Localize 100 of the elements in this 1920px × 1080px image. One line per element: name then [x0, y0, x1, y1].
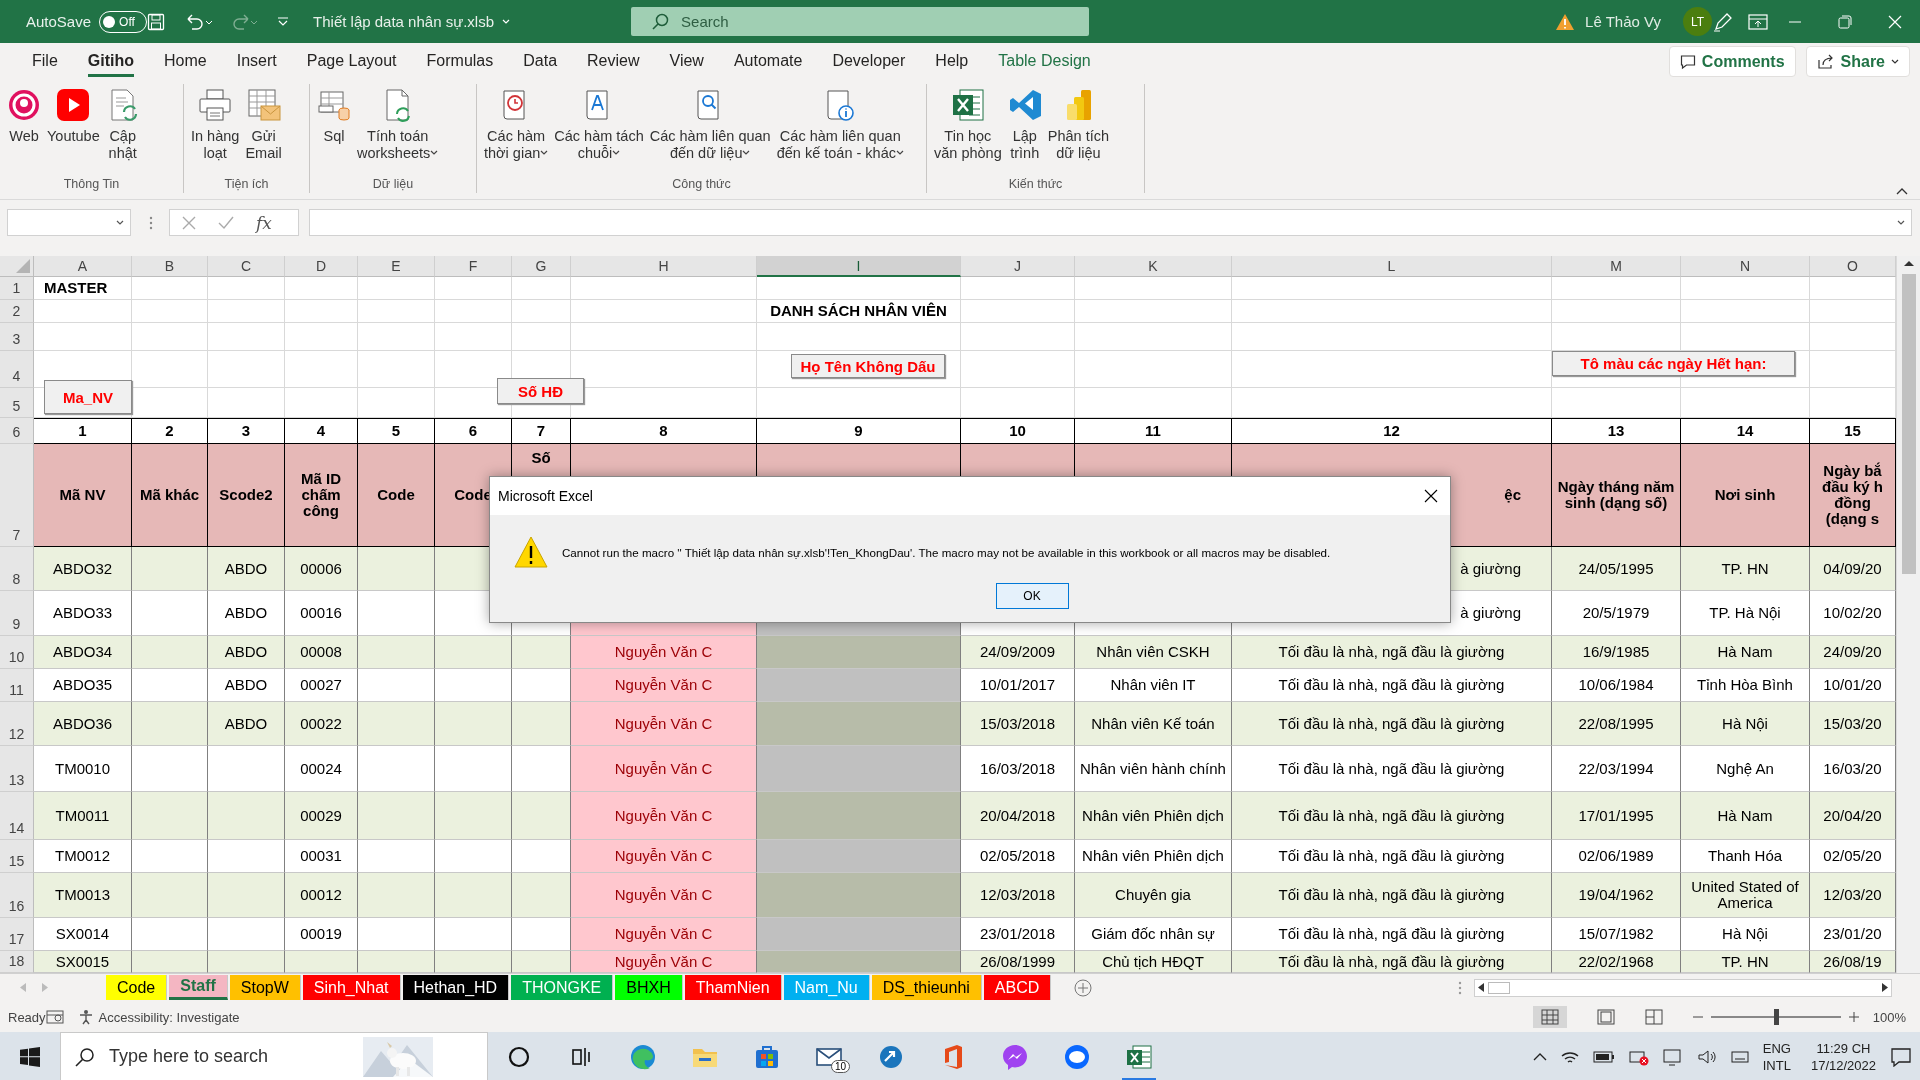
chat-app-icon[interactable]	[1063, 1042, 1091, 1071]
page-layout-icon[interactable]	[1596, 1009, 1615, 1025]
sheet-tab[interactable]: ThamNien	[684, 975, 782, 1000]
add-sheet-icon[interactable]	[1074, 978, 1093, 997]
page-break-icon[interactable]	[1644, 1009, 1663, 1025]
show-hidden-icons-icon[interactable]	[1532, 1051, 1547, 1062]
ok-button[interactable]: OK	[995, 583, 1069, 609]
ribbon-tab[interactable]: Home	[152, 45, 219, 78]
sheet-tab[interactable]: DS_thieunhi	[871, 975, 982, 1000]
sheet-tab[interactable]: Code	[106, 975, 168, 1000]
insert-function-button[interactable]: fx	[256, 212, 272, 233]
ribbon-tab[interactable]: Automate	[721, 45, 815, 78]
ribbon-button[interactable]: Các hàm liên quan đến dữ liệu	[646, 84, 774, 164]
undo-icon[interactable]	[185, 12, 214, 31]
zoom-level[interactable]: 100%	[1872, 1009, 1906, 1025]
row-header[interactable]: 14	[0, 792, 34, 840]
row-header[interactable]: 5	[0, 388, 34, 418]
column-header[interactable]: E	[358, 256, 435, 277]
scroll-left-icon[interactable]	[1478, 983, 1484, 992]
row-header[interactable]: 1	[0, 277, 34, 300]
column-header[interactable]: F	[435, 256, 512, 277]
zoom-in-icon[interactable]	[1848, 1012, 1859, 1022]
display-icon[interactable]	[1662, 1047, 1683, 1066]
start-icon[interactable]	[20, 1046, 40, 1067]
row-header[interactable]: 17	[0, 918, 34, 951]
ribbon-button[interactable]: Các hàm tách chuỗi	[551, 84, 647, 164]
normal-view-icon[interactable]	[1540, 1009, 1559, 1025]
row-header[interactable]: 18	[0, 951, 34, 973]
column-header[interactable]: M	[1552, 256, 1681, 277]
ribbon-tab[interactable]: Page Layout	[294, 45, 409, 78]
column-header[interactable]: L	[1232, 256, 1552, 277]
ribbon-button[interactable]: Gửi Email	[242, 84, 285, 164]
column-header[interactable]: J	[961, 256, 1075, 277]
sheet-tab[interactable]: Hethan_HD	[402, 975, 510, 1000]
column-header[interactable]: G	[512, 256, 571, 277]
ribbon-tab[interactable]: File	[20, 45, 70, 78]
ribbon-tab[interactable]: Insert	[224, 45, 289, 78]
row-header[interactable]: 8	[0, 547, 34, 591]
document-title[interactable]: Thiết lập data nhân sự.xlsb	[307, 12, 517, 31]
macro-button[interactable]: Tô màu các ngày Hết hạn:	[1552, 351, 1795, 376]
battery-icon[interactable]	[1592, 1050, 1615, 1063]
column-header[interactable]: I	[757, 256, 961, 277]
accessibility-status[interactable]: Accessibility: Investigate	[77, 1009, 240, 1025]
column-header[interactable]: O	[1810, 256, 1896, 277]
share-button[interactable]: Share	[1805, 46, 1910, 77]
spreadsheet-icon[interactable]	[1125, 1042, 1153, 1071]
ribbon-tab[interactable]: Gitiho	[75, 45, 146, 78]
row-header[interactable]: 12	[0, 702, 34, 746]
formula-input[interactable]	[309, 209, 1912, 236]
keyboard-icon[interactable]	[1730, 1048, 1749, 1065]
ribbon-button[interactable]: Sql	[314, 84, 354, 147]
enter-icon[interactable]	[218, 215, 234, 230]
column-header[interactable]: N	[1681, 256, 1810, 277]
column-header[interactable]: A	[34, 256, 132, 277]
row-header[interactable]: 7	[0, 444, 34, 547]
ribbon-button[interactable]: Web	[4, 84, 44, 147]
row-header[interactable]: 6	[0, 418, 34, 444]
ribbon-button[interactable]: In hàng loạt	[188, 84, 243, 164]
sheet-tab[interactable]: BHXH	[615, 975, 683, 1000]
row-header[interactable]: 2	[0, 300, 34, 323]
column-header[interactable]: H	[571, 256, 757, 277]
column-header[interactable]: K	[1075, 256, 1232, 277]
ribbon-button[interactable]: Tính toán worksheets	[354, 84, 442, 164]
cancel-icon[interactable]	[182, 215, 196, 230]
ribbon-button[interactable]: Phân tích dữ liệu	[1044, 84, 1112, 164]
volume-icon[interactable]	[1696, 1048, 1717, 1065]
row-header[interactable]: 10	[0, 636, 34, 669]
browser-icon[interactable]	[629, 1042, 657, 1071]
macro-button[interactable]: Ma_NV	[44, 380, 132, 414]
column-header[interactable]: B	[132, 256, 208, 277]
ribbon-button[interactable]: Tin học văn phòng	[931, 84, 1005, 164]
clock[interactable]: 11:29 CH 17/12/2022	[1810, 1039, 1876, 1074]
sheet-tab[interactable]: ABCD	[983, 975, 1052, 1000]
input-language[interactable]: ENG INTL	[1762, 1039, 1791, 1074]
ribbon-tab[interactable]: Developer	[820, 45, 918, 78]
ribbon-display-icon[interactable]	[1748, 13, 1768, 30]
scroll-right-icon[interactable]	[1882, 983, 1888, 992]
column-header[interactable]: C	[208, 256, 285, 277]
ribbon-button[interactable]: Cập nhật	[102, 84, 143, 164]
sheet-tab[interactable]: Sinh_Nhat	[302, 975, 401, 1000]
horizontal-scrollbar[interactable]	[1474, 978, 1892, 997]
notifications-icon[interactable]	[1890, 1046, 1912, 1067]
scroll-thumb[interactable]	[1901, 274, 1916, 574]
save-icon[interactable]	[147, 12, 166, 31]
ribbon-button[interactable]: Lập trình	[1004, 84, 1045, 164]
taskbar-search-field[interactable]: Type here to search	[60, 1032, 488, 1080]
column-header[interactable]: D	[285, 256, 358, 277]
ribbon-tab[interactable]: Review	[575, 45, 652, 78]
ribbon-tab[interactable]: Data	[511, 45, 570, 78]
messenger-icon[interactable]	[1001, 1042, 1029, 1071]
zoom-slider-thumb[interactable]	[1773, 1009, 1779, 1025]
comments-button[interactable]: Comments	[1668, 46, 1796, 77]
row-header[interactable]: 11	[0, 669, 34, 702]
macro-button[interactable]: Họ Tên Không Dấu	[791, 354, 945, 378]
row-header[interactable]: 3	[0, 323, 34, 351]
row-header[interactable]: 16	[0, 873, 34, 918]
row-header[interactable]: 15	[0, 840, 34, 873]
ribbon-tab[interactable]: Help	[923, 45, 981, 78]
row-header[interactable]: 13	[0, 746, 34, 792]
row-header[interactable]: 9	[0, 591, 34, 636]
